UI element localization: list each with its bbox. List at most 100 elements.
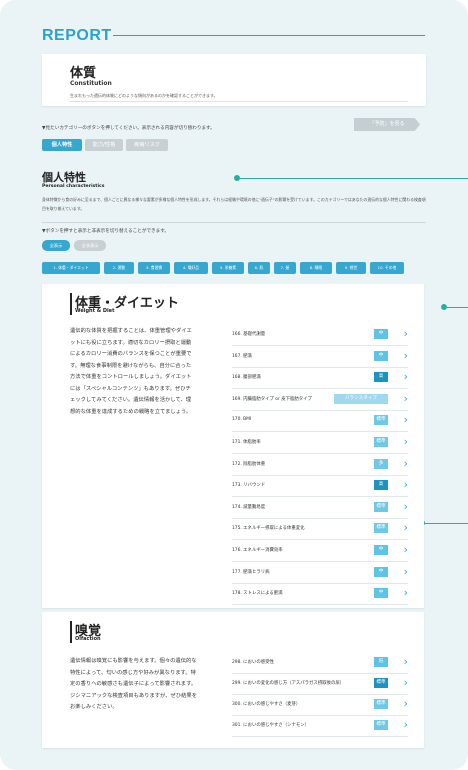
category-button-ability[interactable]: 能力/性格 <box>85 139 123 151</box>
chip-weight-diet[interactable]: 1. 体重・ダイエット <box>42 262 100 274</box>
item-label: 177. 肥満ヒラリ病 <box>232 569 270 575</box>
chip-eating-habits[interactable]: 3. 食習慣 <box>138 262 170 274</box>
result-badge: 標準 <box>374 523 388 534</box>
item-row[interactable]: 175. エネルギー摂取による体重変化 標準 › <box>232 518 408 541</box>
item-row[interactable]: 171. 体脂肪率 標準 › <box>232 432 408 454</box>
chevron-right-icon[interactable]: › <box>404 435 408 449</box>
result-badge: 標準 <box>374 415 388 426</box>
item-label: 176. エネルギー消費効率 <box>232 548 283 553</box>
item-row[interactable]: 176. エネルギー消費効率 中 › <box>232 540 408 562</box>
connector-line <box>425 523 468 524</box>
item-row[interactable]: 174. 減量難易度 標準 › <box>232 497 408 519</box>
item-row[interactable]: 173. リバウンド 高 › <box>232 475 408 498</box>
result-badge: 標準 <box>374 720 388 730</box>
item-label: 168. 腹部肥満 <box>232 375 261 381</box>
chip-exercise[interactable]: 2. 運動 <box>104 262 134 274</box>
chevron-right-icon[interactable]: › <box>404 697 408 711</box>
chip-skin[interactable]: 6. 肌 <box>248 262 270 274</box>
item-row[interactable]: 178. ストレスによる肥満 中 › <box>232 583 408 606</box>
category-button-personal[interactable]: 個人特性 <box>42 139 82 151</box>
paragraph-line: 特性によって、匂いの感じ方や好みが異なります。特 <box>70 669 196 676</box>
chevron-right-icon[interactable]: › <box>404 392 408 406</box>
chevron-right-icon[interactable]: › <box>404 500 408 514</box>
chip-hair[interactable]: 7. 髪 <box>274 262 296 274</box>
title-accent-bar <box>70 621 72 643</box>
connector-line <box>447 307 468 308</box>
weight-diet-card: 体重・ダイエット Weight & Diet 遺伝的な体質を把握することは、体重… <box>42 284 424 608</box>
item-row[interactable]: 170. BMI 標準 › <box>232 410 408 433</box>
chip-preferences[interactable]: 4. 嗜好品 <box>174 262 208 274</box>
category-button-disease[interactable]: 疾病リスク <box>126 139 168 151</box>
result-badge: 標準 <box>374 678 388 688</box>
item-row[interactable]: 167. 肥満 中 › <box>232 346 408 368</box>
chevron-right-icon[interactable]: › <box>404 565 408 579</box>
item-row[interactable]: 177. 肥満ヒラリ病 中 › <box>232 562 408 584</box>
paragraph-line: には「スペシャルコンテンツ」もあります。ぜひチ <box>70 385 191 392</box>
section-title-en: Personal characteristics <box>42 184 105 189</box>
predict-button[interactable]: 「予防」を見る <box>354 118 420 131</box>
category-instruction: ▼見たいカテゴリーのボタンを押してください。表示される内容が切り替わります。 <box>42 126 215 131</box>
item-row[interactable]: 299. においの変化の感じ方（アスパラガス摂取後の尿） 標準 › <box>232 673 408 695</box>
weight-title-en: Weight & Diet <box>75 308 115 314</box>
chevron-right-icon[interactable]: › <box>404 370 408 384</box>
item-label: 170. BMI <box>232 417 252 423</box>
paragraph-line: によるカロリー消費のバランスを保つことが重要で <box>70 351 192 357</box>
chevron-right-icon[interactable]: › <box>404 413 408 427</box>
constitution-card: 体質 Constitution 生まれもった遺伝的体質にどのような傾向があるのか… <box>42 54 426 106</box>
item-row[interactable]: 300. においの感じやすさ（麦芽） 標準 › <box>232 694 408 716</box>
chip-other[interactable]: 10. その他 <box>370 262 404 274</box>
chip-vision[interactable]: 9. 視覚 <box>336 262 366 274</box>
result-badge: 中 <box>374 329 388 339</box>
item-row[interactable]: 301. においの感じやすさ（シナモン） 標準 › <box>232 715 408 737</box>
chevron-right-icon[interactable]: › <box>404 457 408 471</box>
item-label: 301. においの感じやすさ（シナモン） <box>232 723 310 728</box>
paragraph-line: ェックしてみてください。遺伝情報を活かして、理 <box>70 397 192 403</box>
paragraph-line: ジシマニアックな検査項目もありますが、ぜひ結果を <box>70 692 198 699</box>
item-row[interactable]: 168. 腹部肥満 高 › <box>232 367 408 390</box>
result-badge: 中 <box>374 588 388 599</box>
item-row[interactable]: 166. 基礎代謝量 中 › <box>232 324 408 346</box>
report-title-rule <box>113 35 425 36</box>
paragraph-line: す。無理な食事制限を避けながらも、自分に合った <box>70 362 192 369</box>
result-badge: 高 <box>374 480 388 491</box>
chevron-right-icon[interactable]: › <box>404 718 408 732</box>
item-label: 171. 体脂肪率 <box>232 440 261 445</box>
section-title: 個人特性 <box>42 171 86 184</box>
chip-nutrients[interactable]: 5. 栄養素 <box>212 262 244 274</box>
chevron-right-icon[interactable]: › <box>404 586 408 600</box>
result-badge: 多 <box>374 458 388 469</box>
chevron-right-icon[interactable]: › <box>404 521 408 535</box>
item-label: 174. 減量難易度 <box>232 504 266 510</box>
hide-all-button[interactable]: 全非表示 <box>74 240 106 251</box>
show-all-button[interactable]: 全表示 <box>42 240 70 251</box>
constitution-title: 体質 <box>70 66 97 81</box>
item-label: 169. 内臓脂肪タイプ or 皮下脂肪タイプ <box>232 396 312 402</box>
section-divider <box>42 222 426 223</box>
paragraph-line: 方法で体重をコントロールしましょう。ダイエット <box>70 374 192 380</box>
chevron-right-icon[interactable]: › <box>404 349 408 363</box>
constitution-title-en: Constitution <box>70 80 112 87</box>
result-badge: 高 <box>374 372 388 383</box>
item-row[interactable]: 298. においの感受性 低 › <box>232 652 408 674</box>
paragraph-line: 遺伝的な体質を把握することは、体重管理やダイエ <box>70 328 192 334</box>
result-badge: 中 <box>374 545 388 555</box>
item-label: 172. 除脂肪体重 <box>232 461 266 467</box>
paragraph-line: 想的な体重を達成するための戦略を立てましょう。 <box>70 408 192 415</box>
chevron-right-icon[interactable]: › <box>404 478 408 492</box>
section-description: 身体特徴から食の好みに至るまで、個人ごとに異なる様々な要素が多様な個人特性を形成… <box>42 197 426 211</box>
chevron-right-icon[interactable]: › <box>404 543 408 557</box>
item-row[interactable]: 169. 内臓脂肪タイプ or 皮下脂肪タイプ バランスタイプ › <box>232 389 408 411</box>
paragraph-line: 遺伝情報は嗅覚にも影響を与えます。個々の遺伝的な <box>70 658 197 664</box>
item-row[interactable]: 172. 除脂肪体重 多 › <box>232 454 408 476</box>
constitution-description: 生まれもった遺伝的体質にどのような傾向があるのかを確認することができます。 <box>70 93 218 98</box>
chevron-right-icon[interactable]: › <box>404 655 408 669</box>
chevron-right-icon[interactable]: › <box>404 676 408 690</box>
paragraph-line: お楽しみください。 <box>70 704 118 710</box>
chip-sleep[interactable]: 8. 睡眠 <box>300 262 332 274</box>
item-label: 166. 基礎代謝量 <box>232 332 266 337</box>
chevron-right-icon[interactable]: › <box>404 327 408 341</box>
result-badge: 中 <box>374 566 388 577</box>
paragraph-line: ットにも役に立ちます。適切なカロリー摂取と運動 <box>70 339 192 346</box>
title-accent-bar <box>70 293 72 315</box>
paragraph-line: 定の香りへの敏感さも遺伝子によって影響されます。 <box>70 681 197 687</box>
